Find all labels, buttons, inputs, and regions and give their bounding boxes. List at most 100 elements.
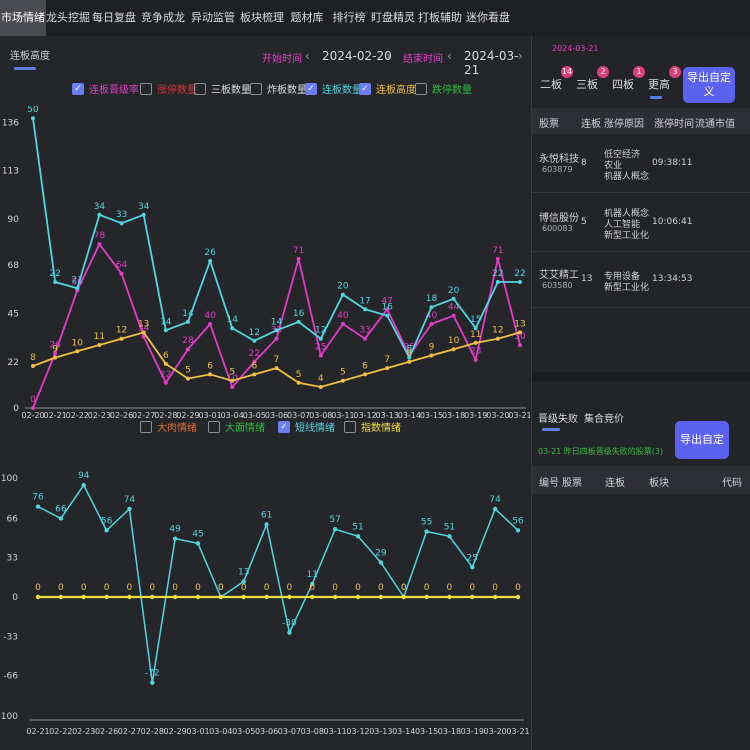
- chart1-point-0-20: [473, 357, 478, 362]
- tab-1[interactable]: 龙头挖掘: [46, 0, 90, 36]
- chart1-ytick-1: 22: [8, 358, 19, 368]
- chart1-point-2-5: [141, 330, 146, 335]
- legend2-item-3[interactable]: 指数情绪: [344, 419, 401, 434]
- chart2-xtick-1: 02-22: [49, 727, 72, 736]
- legend1-item-0[interactable]: ✓ 连板晋级率: [72, 81, 139, 96]
- chart1-xtick-17: 03-14: [398, 411, 421, 420]
- tab-5[interactable]: 板块梳理: [238, 0, 286, 36]
- legend1-checkbox-0[interactable]: ✓: [72, 82, 84, 95]
- top-tab-bar: 市场情绪 龙头挖掘 每日复盘 竞争成龙 异动监管 板块梳理 题材库 排行榜 盯盘精灵 打板辅助 迷你…: [0, 0, 750, 36]
- fail-note: 03-21 昨日四板晋级失败的股票(3): [538, 447, 664, 456]
- tab-2[interactable]: 每日复盘: [90, 0, 138, 36]
- start-next-arrow[interactable]: ›: [386, 49, 391, 63]
- stock-code: 603580: [542, 281, 573, 290]
- stock-row-1[interactable]: 博信股份 600083 5 机器人概念 人工智能 新型工业化 10:06:41: [532, 193, 750, 252]
- chart1-label-2-6: 6: [163, 351, 169, 361]
- legend2-checkbox-0[interactable]: [140, 420, 152, 433]
- legend1-item-3[interactable]: 炸板数量: [250, 81, 307, 96]
- chart2-ytick-0: 100: [1, 474, 18, 484]
- legend1-checkbox-6[interactable]: [415, 82, 427, 95]
- chart2-label-1-21: 0: [515, 583, 521, 593]
- chart2-point-0-21: [515, 528, 521, 533]
- chart1-point-0-21: [495, 256, 500, 261]
- legend2-checkbox-1[interactable]: [208, 420, 220, 433]
- legend2-checkbox-3[interactable]: [344, 420, 356, 433]
- tab-7[interactable]: 排行榜: [328, 0, 370, 36]
- chart1-point-1-21: [495, 280, 500, 284]
- legend1-item-1[interactable]: 涨停数量: [140, 81, 197, 96]
- chart2-point-0-11: [287, 630, 292, 635]
- chart1-point-2-3: [97, 343, 102, 347]
- table-scrollbar[interactable]: [532, 372, 750, 382]
- legend1-checkbox-5[interactable]: ✓: [359, 82, 371, 95]
- legend1-checkbox-3[interactable]: [250, 82, 262, 95]
- mini-tab-1[interactable]: 三板: [576, 76, 598, 92]
- chart2-label-1-3: 0: [104, 583, 110, 593]
- export-custom-button[interactable]: 导出自定义: [683, 67, 735, 103]
- stock-row-0[interactable]: 永悦科技 603879 8 低空经济 农业 机器人概念 09:38:11: [532, 134, 750, 193]
- tab-4[interactable]: 异动监管: [188, 0, 238, 36]
- chart1-xtick-1: 02-21: [44, 411, 67, 420]
- legend1-item-2[interactable]: 三板数量: [194, 81, 251, 96]
- chart2-point-1-1: [58, 594, 64, 600]
- subtab-lianban-height[interactable]: 连板高度: [10, 47, 50, 62]
- chart1-point-1-13: [318, 336, 323, 341]
- chart1-label-2-11: 7: [274, 355, 280, 365]
- start-date-field[interactable]: 2024-02-20: [322, 49, 392, 63]
- chart2-xtick-10: 03-06: [255, 727, 278, 736]
- tab-fail-promote[interactable]: 晋级失败: [538, 410, 578, 425]
- start-prev-arrow[interactable]: ‹: [305, 49, 310, 63]
- chart2-label-0-2: 94: [78, 471, 90, 481]
- chart2-xtick-5: 02-28: [141, 727, 164, 736]
- chart2-ytick-1: 66: [7, 514, 19, 524]
- chart2-xtick-9: 03-05: [232, 727, 255, 736]
- chart2-point-1-0: [35, 594, 41, 600]
- tab-3[interactable]: 竞争成龙: [138, 0, 188, 36]
- legend1-checkbox-4[interactable]: ✓: [305, 82, 317, 95]
- chart2-ytick-3: 0: [12, 593, 18, 603]
- chart1-point-0-4: [119, 271, 124, 276]
- chart1-xtick-19: 03-18: [442, 411, 465, 420]
- legend2-checkbox-2[interactable]: ✓: [278, 420, 290, 433]
- chart1-ytick-2: 45: [8, 310, 19, 320]
- chart2-xtick-17: 03-15: [415, 727, 438, 736]
- legend1-label-3: 炸板数量: [267, 85, 307, 96]
- tab-8[interactable]: 盯盘精灵: [370, 0, 416, 36]
- legend2-item-0[interactable]: 大肉情绪: [140, 419, 197, 434]
- chart2-label-1-17: 0: [424, 583, 430, 593]
- chart1-label-1-11: 14: [271, 317, 283, 327]
- chart1-point-1-12: [296, 319, 301, 324]
- chart2-point-0-1: [58, 516, 64, 521]
- legend2-item-2[interactable]: ✓ 短线情绪: [278, 419, 335, 434]
- chart2-label-0-14: 51: [352, 522, 363, 532]
- tab-6[interactable]: 题材库: [286, 0, 328, 36]
- chart2-label-0-11: -30: [282, 619, 297, 629]
- mini-tab-2[interactable]: 四板: [612, 76, 634, 92]
- legend2-item-1[interactable]: 大面情绪: [208, 419, 265, 434]
- chart2-point-1-17: [424, 594, 429, 600]
- tab-10[interactable]: 迷你看盘: [464, 0, 512, 36]
- mini-tab-3[interactable]: 更高: [648, 76, 670, 92]
- stock-row-2[interactable]: 艾艾精工 603580 13 专用设备 新型工业化 13:34:53: [532, 252, 750, 308]
- legend1-item-4[interactable]: ✓ 连板数量: [305, 81, 362, 96]
- chart1-label-1-15: 17: [359, 296, 370, 306]
- chart1-point-2-9: [230, 378, 235, 383]
- end-prev-arrow[interactable]: ‹: [447, 49, 452, 63]
- mini-tab-0[interactable]: 二板: [540, 76, 562, 92]
- tab-0[interactable]: 市场情绪: [0, 0, 46, 36]
- legend1-checkbox-1[interactable]: [140, 82, 152, 95]
- tab-auction[interactable]: 集合竞价: [584, 410, 624, 425]
- legend1-item-6[interactable]: 跌停数量: [415, 81, 472, 96]
- legend1-checkbox-2[interactable]: [194, 82, 206, 95]
- chart1-point-0-6: [163, 380, 168, 385]
- left-panel: 连板高度 开始时间 ‹ 2024-02-20 › 结束时间 ‹ 2024-03-…: [0, 36, 530, 750]
- tab-9[interactable]: 打板辅助: [416, 0, 464, 36]
- chart1-label-1-20: 15: [470, 315, 481, 325]
- fail-tab-underline: [542, 428, 560, 431]
- export-custom-button-2[interactable]: 导出自定义: [675, 421, 729, 484]
- stock-table-header: 股票 连板 涨停原因 涨停时间 流通市值: [532, 108, 750, 134]
- end-next-arrow[interactable]: ›: [518, 49, 523, 63]
- legend1-item-5[interactable]: ✓ 连板高度: [359, 81, 416, 96]
- chart2-point-1-12: [310, 594, 315, 600]
- legend1-label-5: 连板高度: [376, 85, 416, 96]
